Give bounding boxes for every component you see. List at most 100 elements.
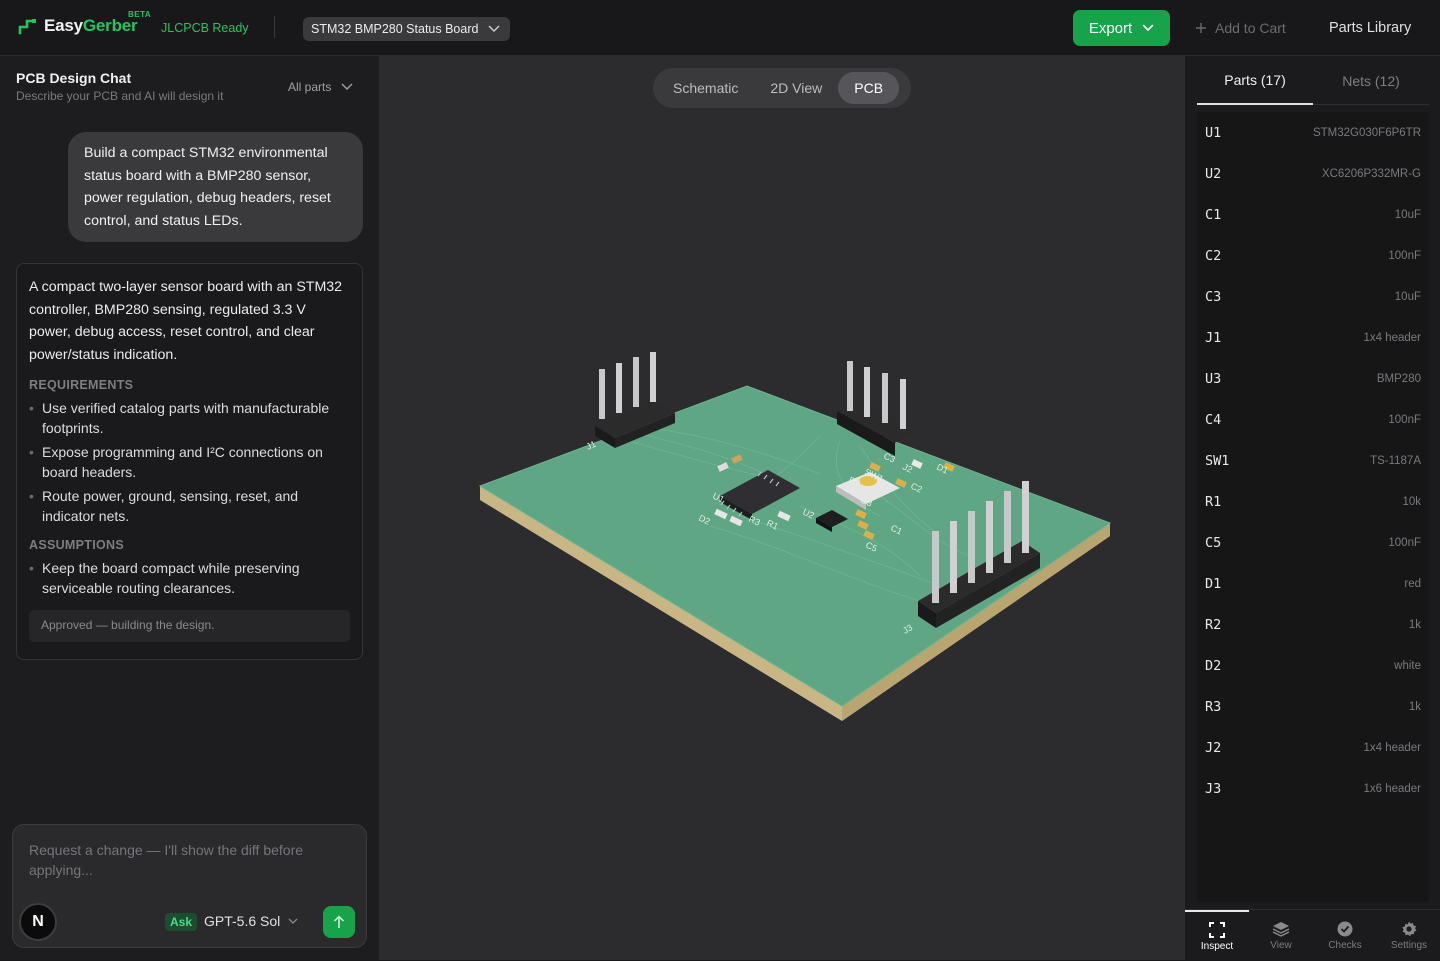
focus-frame-icon [1209, 921, 1225, 938]
gear-icon [1402, 921, 1417, 936]
part-value: 100nF [1388, 249, 1421, 262]
chevron-down-icon [288, 918, 298, 924]
ai-response-card: A compact two-layer sensor board with an… [16, 263, 363, 660]
send-button[interactable] [323, 906, 355, 938]
user-message: Build a compact STM32 environmental stat… [68, 132, 363, 242]
part-row[interactable]: U2 XC6206P332MR-G [1197, 153, 1429, 194]
part-value: 1k [1408, 618, 1421, 631]
part-row[interactable]: C2 100nF [1197, 235, 1429, 276]
assumptions-heading: ASSUMPTIONS [29, 538, 124, 553]
part-value: 1x4 header [1363, 741, 1421, 754]
tab-parts[interactable]: Parts (17) [1197, 56, 1313, 105]
part-row[interactable]: U3 BMP280 [1197, 358, 1429, 399]
app-logo[interactable]: EasyGerber BETA [18, 10, 151, 36]
part-value: 10uF [1394, 290, 1421, 303]
part-ref: U1 [1205, 124, 1222, 141]
part-row[interactable]: C5 100nF [1197, 522, 1429, 563]
parts-library-button[interactable]: Parts Library [1329, 20, 1411, 36]
part-value: 10uF [1394, 208, 1421, 221]
part-row[interactable]: D2 white [1197, 645, 1429, 686]
chevron-down-icon [341, 83, 353, 90]
pcb-viewport[interactable]: J1 J2 J3 U1 U2 U3 C1 C2 C3 C5 R1 R2 R3 D… [380, 56, 1184, 960]
part-ref: J2 [1205, 739, 1222, 756]
part-ref: R2 [1205, 616, 1222, 633]
part-row[interactable]: C1 10uF [1197, 194, 1429, 235]
part-value: white [1394, 659, 1421, 672]
part-ref: C2 [1205, 247, 1222, 264]
part-row[interactable]: SW1 TS-1187A [1197, 440, 1429, 481]
arrow-up-icon [333, 915, 345, 928]
part-value: 100nF [1388, 536, 1421, 549]
parts-list: U1 STM32G030F6P6TR U2 XC6206P332MR-G C1 10uF C… [1197, 112, 1429, 902]
view-mode-switcher: Schematic 2D View PCB [653, 68, 911, 108]
part-row[interactable]: J2 1x4 header [1197, 727, 1429, 768]
inspector-tabs: Parts (17) Nets (12) [1197, 56, 1429, 105]
part-ref: R3 [1205, 698, 1222, 715]
project-selector[interactable]: STM32 BMP280 Status Board [303, 17, 511, 41]
part-value: 1k [1408, 700, 1421, 713]
part-row[interactable]: R1 10k [1197, 481, 1429, 522]
part-ref: C1 [1205, 206, 1222, 223]
top-bar: EasyGerber BETA JLCPCB Ready STM32 BMP28… [0, 0, 1440, 56]
tab-pcb[interactable]: PCB [838, 72, 900, 104]
part-value: 100nF [1388, 413, 1421, 426]
avatar[interactable]: N [19, 903, 57, 941]
part-row[interactable]: C4 100nF [1197, 399, 1429, 440]
list-item: Expose programming and I²C connections o… [29, 442, 350, 482]
inspector-panel: Parts (17) Nets (12) U1 STM32G030F6P6TR U2… [1184, 56, 1440, 960]
chat-subtitle: Describe your PCB and AI will design it [16, 89, 224, 103]
part-value: XC6206P332MR-G [1321, 167, 1421, 180]
project-name: STM32 BMP280 Status Board [311, 22, 479, 36]
part-row[interactable]: D1 red [1197, 563, 1429, 604]
requirements-heading: REQUIREMENTS [29, 378, 134, 393]
composer-input[interactable]: Request a change — I'll show the diff be… [29, 840, 329, 880]
part-ref: U2 [1205, 165, 1222, 182]
part-value: BMP280 [1376, 372, 1421, 385]
tab-2d-view[interactable]: 2D View [754, 72, 838, 104]
list-item: Keep the board compact while preserving … [29, 558, 350, 598]
part-value: STM32G030F6P6TR [1312, 126, 1421, 139]
chat-panel: PCB Design Chat Describe your PCB and AI… [0, 56, 380, 960]
parts-filter-dropdown[interactable]: All parts [288, 80, 353, 94]
nav-view[interactable]: View [1249, 910, 1313, 961]
part-row[interactable]: R3 1k [1197, 686, 1429, 727]
part-row[interactable]: J1 1x4 header [1197, 317, 1429, 358]
ai-intro: A compact two-layer sensor board with an… [29, 279, 343, 363]
export-button[interactable]: Export [1073, 10, 1170, 46]
model-selector[interactable]: GPT-5.6 Sol [204, 913, 298, 929]
layers-icon [1272, 921, 1290, 937]
tab-nets[interactable]: Nets (12) [1313, 56, 1429, 105]
chat-composer[interactable]: Request a change — I'll show the diff be… [12, 824, 367, 948]
part-value: TS-1187A [1370, 454, 1421, 467]
plus-icon [1196, 23, 1206, 33]
nav-settings[interactable]: Settings [1377, 910, 1440, 961]
part-value: 1x6 header [1363, 782, 1421, 795]
part-ref: C5 [1205, 534, 1222, 551]
part-row[interactable]: R2 1k [1197, 604, 1429, 645]
divider [274, 16, 275, 38]
approved-status: Approved — building the design. [29, 610, 350, 643]
tab-schematic[interactable]: Schematic [657, 72, 754, 104]
app-name: EasyGerber [44, 16, 138, 35]
mode-badge[interactable]: Ask [165, 913, 198, 931]
list-item: Route power, ground, sensing, reset, and… [29, 486, 350, 526]
part-row[interactable]: C3 10uF [1197, 276, 1429, 317]
add-to-cart-button[interactable]: Add to Cart [1195, 20, 1286, 36]
part-ref: D1 [1205, 575, 1222, 592]
bottom-nav: Inspect View Checks Settings [1185, 909, 1440, 960]
part-row[interactable]: U1 STM32G030F6P6TR [1197, 112, 1429, 153]
part-row[interactable]: J3 1x6 header [1197, 768, 1429, 809]
part-ref: C3 [1205, 288, 1222, 305]
part-value: 1x4 header [1363, 331, 1421, 344]
part-ref: J1 [1205, 329, 1222, 346]
nav-inspect[interactable]: Inspect [1185, 910, 1249, 961]
part-ref: J3 [1205, 780, 1222, 797]
chevron-down-icon [1142, 24, 1154, 32]
pcb-3d-render[interactable]: J1 J2 J3 U1 U2 U3 C1 C2 C3 C5 R1 R2 R3 D… [380, 56, 1184, 960]
logo-icon [18, 19, 36, 35]
part-value: 10k [1402, 495, 1421, 508]
check-badge-icon [1337, 921, 1353, 936]
nav-checks[interactable]: Checks [1313, 910, 1377, 961]
part-ref: R1 [1205, 493, 1222, 510]
beta-badge: BETA [128, 10, 152, 19]
